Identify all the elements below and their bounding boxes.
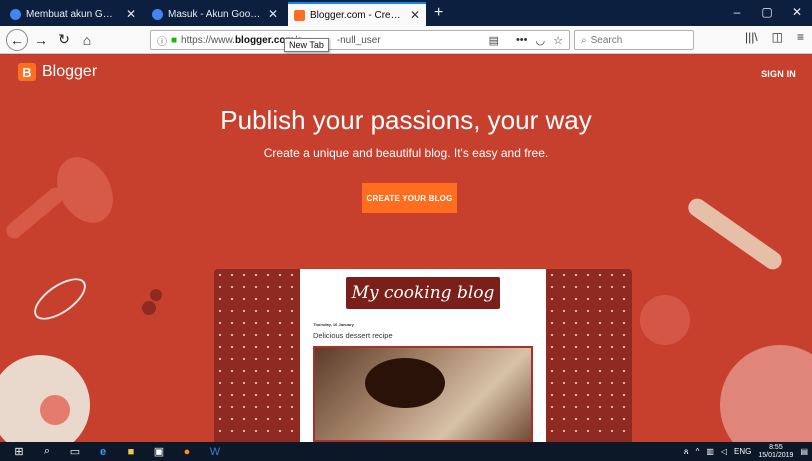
spoon-handle-decoration [3,184,67,242]
blog-preview-paper: My cooking blog Thursday, 16 January Del… [300,269,546,442]
task-view-icon[interactable]: ▭ [66,445,84,459]
tab-title: Blogger.com - Create a unique [310,9,404,21]
maximize-button[interactable]: ▢ [752,0,782,26]
forward-button[interactable]: → [31,30,51,50]
cherry-decoration [142,301,156,315]
pie-decoration [720,345,812,442]
create-blog-button[interactable]: CREATE YOUR BLOG [362,183,457,213]
sidebar-icon[interactable]: ◫ [772,30,783,44]
clock-date: 15/01/2019 [758,451,794,459]
post-title: Delicious dessert recipe [313,331,393,340]
blogger-logo-icon: B [18,63,36,81]
notifications-icon[interactable]: ▤ [800,447,808,456]
window-controls: – ▢ ✕ [722,0,812,26]
blogger-icon [294,9,305,21]
search-icon: ⌕ [581,34,587,46]
chocolate-dessert [365,358,445,408]
chevron-up-icon[interactable]: ^ [696,447,700,456]
home-button[interactable]: ⌂ [77,30,97,50]
tab-strip: Membuat akun Gmail - Bantua ✕ Masuk - Ak… [0,0,812,26]
clock[interactable]: 8:55 15/01/2019 [758,444,793,460]
url-tail: -null_user [336,34,381,46]
search-input[interactable]: ⌕ Search [574,30,694,50]
egg-decoration [40,395,70,425]
edge-icon[interactable]: e [94,445,112,459]
tab-title: Membuat akun Gmail - Bantua [26,8,120,20]
search-placeholder: Search [590,34,623,46]
blog-preview: My cooking blog Thursday, 16 January Del… [214,269,632,442]
info-icon[interactable]: ⓘ [157,33,167,48]
windows-start-icon[interactable]: ⊞ [10,445,28,459]
page-subheadline: Create a unique and beautiful blog. It's… [263,146,549,160]
tab-blogger[interactable]: Blogger.com - Create a unique ✕ [288,2,426,26]
close-window-button[interactable]: ✕ [782,0,812,26]
url-bar[interactable]: ⓘ ■ https://www. blogger.com /a -null_us… [150,30,570,50]
reader-view-icon[interactable]: ▤ [489,34,499,47]
google-icon [152,8,163,20]
post-date: Thursday, 16 January [313,322,354,327]
library-icon[interactable]: |||\ [745,30,758,44]
file-explorer-icon[interactable]: ■ [122,445,140,459]
blogger-landing-page: B Blogger SIGN IN Publish your passions,… [0,55,812,442]
clock-time: 8:55 [769,443,783,451]
rolling-pin-decoration [684,195,786,273]
pocket-icon[interactable]: ◡ [536,34,546,47]
whisk-decoration [27,270,93,328]
google-icon [10,8,21,20]
polka-dot-panel [214,269,300,442]
language-indicator[interactable]: ENG [734,447,751,456]
search-icon[interactable]: ⌕ [38,445,56,459]
lock-icon: ■ [171,34,178,46]
volume-icon[interactable]: ◁ [721,447,727,456]
menu-icon[interactable]: ≡ [797,30,804,44]
network-icon[interactable]: ▥ [706,447,714,456]
bookmark-star-icon[interactable]: ☆ [553,34,563,47]
new-tab-button[interactable]: + [434,4,443,22]
toolbar-icons: |||\ ◫ ≡ [745,30,804,44]
sign-in-link[interactable]: SIGN IN [761,69,796,79]
tab-google-login[interactable]: Masuk - Akun Google ✕ [146,2,284,26]
close-tab-icon[interactable]: ✕ [126,7,136,21]
cherry-decoration [150,289,162,301]
tab-gmail[interactable]: Membuat akun Gmail - Bantua ✕ [4,2,142,26]
polka-dot-panel [546,269,632,442]
people-icon[interactable]: ጸ [684,447,689,457]
close-tab-icon[interactable]: ✕ [268,7,278,21]
blogger-brand[interactable]: B Blogger [18,63,97,81]
firefox-icon[interactable]: ● [178,445,196,459]
brand-name: Blogger [42,63,98,80]
reload-button[interactable]: ↻ [54,30,74,50]
nav-bar: ← → ↻ ⌂ ⓘ ■ https://www. blogger.com /a … [0,26,812,54]
taskbar: ⊞ ⌕ ▭ e ■ ▣ ● W ጸ ^ ▥ ◁ ENG 8:55 15/01/2… [0,442,812,461]
store-icon[interactable]: ▣ [150,445,168,459]
system-tray: ጸ ^ ▥ ◁ ENG 8:55 15/01/2019 ▤ [684,442,808,461]
page-actions-icon[interactable]: ••• [516,34,528,47]
back-button[interactable]: ← [6,28,28,51]
page-headline: Publish your passions, your way [220,105,592,135]
blog-title-banner: My cooking blog [346,277,500,309]
close-tab-icon[interactable]: ✕ [410,8,420,22]
tab-title: Masuk - Akun Google [168,8,262,20]
jug-decoration [640,295,690,345]
tooltip: New Tab [284,38,329,52]
minimize-button[interactable]: – [722,0,752,26]
dessert-photo [313,346,533,442]
word-icon[interactable]: W [206,445,224,459]
url-prefix: https://www. [181,34,235,46]
